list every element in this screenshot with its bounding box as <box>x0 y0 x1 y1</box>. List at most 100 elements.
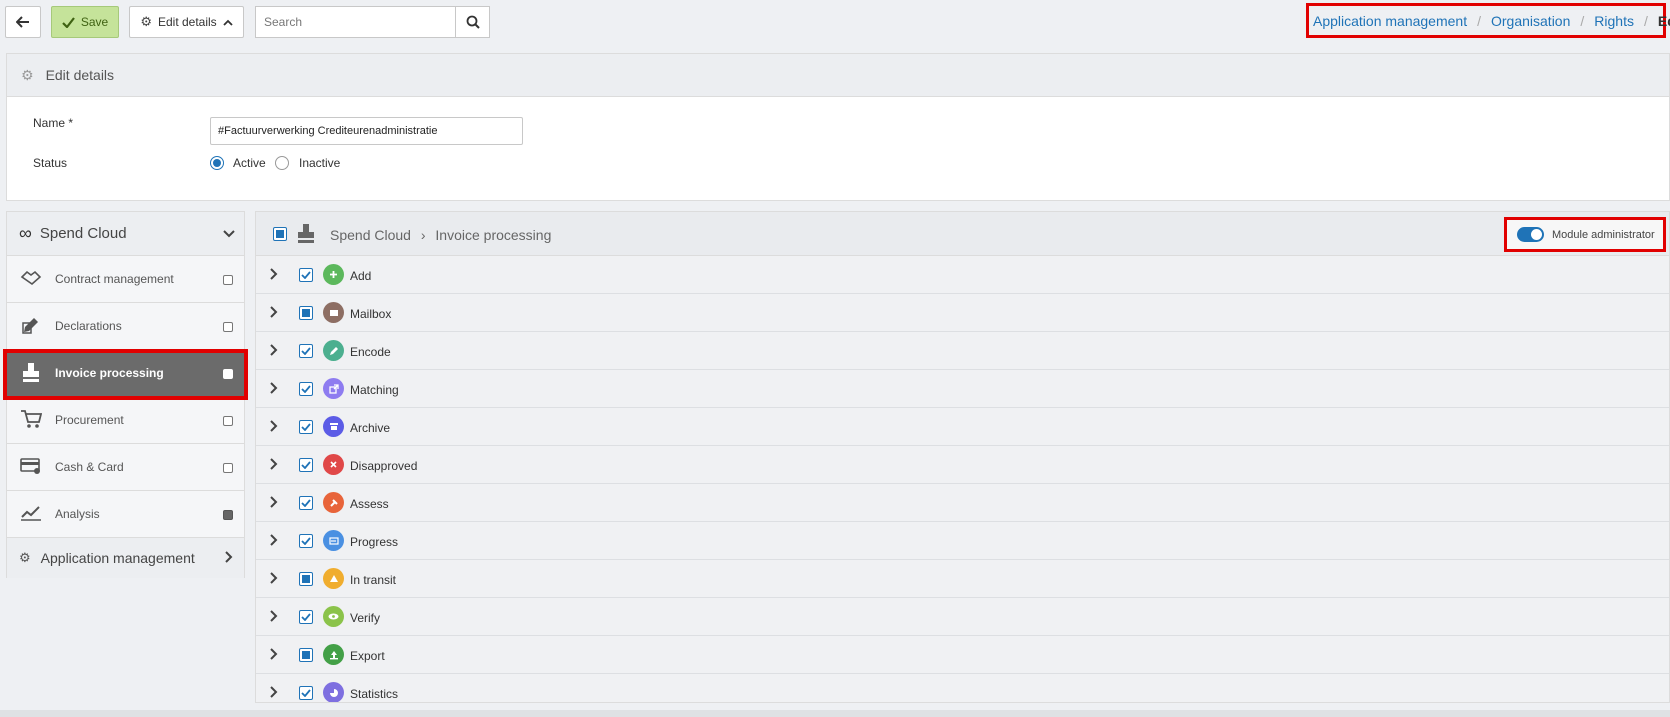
breadcrumb-rights[interactable]: Rights <box>1594 13 1634 29</box>
archive-icon <box>323 416 344 437</box>
sidebar-item-procurement[interactable]: Procurement <box>7 397 244 444</box>
module-header: Spend Cloud › Invoice processing Module … <box>256 212 1669 256</box>
breadcrumb-current: Edit <box>1657 12 1670 29</box>
status-inactive-radio[interactable] <box>275 156 289 170</box>
status-active-label: Active <box>233 156 266 170</box>
rights-row-in-transit[interactable]: In transit <box>256 560 1669 598</box>
chevron-right-icon[interactable] <box>270 382 278 394</box>
row-checkbox[interactable] <box>299 268 313 282</box>
chevron-right-icon[interactable] <box>270 534 278 546</box>
module-administrator-toggle[interactable]: Module administrator <box>1504 217 1666 252</box>
search-button[interactable] <box>455 6 490 38</box>
rights-row-mailbox[interactable]: Mailbox <box>256 294 1669 332</box>
sidebar-item-declarations[interactable]: Declarations <box>7 303 244 350</box>
chevron-right-icon[interactable] <box>270 572 278 584</box>
sidebar-item-analysis[interactable]: Analysis <box>7 491 244 538</box>
check-icon <box>62 16 75 28</box>
rights-row-export[interactable]: Export <box>256 636 1669 674</box>
chevron-right-icon[interactable] <box>270 268 278 280</box>
row-checkbox[interactable] <box>299 420 313 434</box>
chevron-right-icon[interactable] <box>270 306 278 318</box>
search-input[interactable]: Search <box>255 6 456 38</box>
row-checkbox[interactable] <box>299 496 313 510</box>
search-placeholder: Search <box>264 15 303 29</box>
rights-row-statistics[interactable]: Statistics <box>256 674 1669 702</box>
rights-row-progress[interactable]: Progress <box>256 522 1669 560</box>
chevron-right-icon[interactable] <box>270 648 278 660</box>
edit-details-label: Edit details <box>157 15 217 29</box>
row-label: Progress <box>350 535 399 549</box>
chevron-up-icon <box>223 19 233 26</box>
status-active-radio[interactable] <box>210 156 224 170</box>
row-label: Encode <box>350 345 391 359</box>
chevron-right-icon[interactable] <box>270 344 278 356</box>
row-checkbox[interactable] <box>299 306 313 320</box>
row-label: Export <box>350 649 385 663</box>
row-checkbox[interactable] <box>299 534 313 548</box>
row-label: In transit <box>350 573 397 587</box>
rights-row-verify[interactable]: Verify <box>256 598 1669 636</box>
chevron-right-icon[interactable] <box>270 458 278 470</box>
panel-header: ⚙ Edit details <box>7 54 1669 97</box>
sidebar-item-cash-and-card[interactable]: Cash & Card <box>7 444 244 491</box>
edit-details-dropdown[interactable]: ⚙ Edit details <box>129 6 244 38</box>
rights-row-matching[interactable]: Matching <box>256 370 1669 408</box>
name-field[interactable]: #Factuurverwerking Crediteurenadministra… <box>210 117 523 145</box>
breadcrumb-separator: / <box>1643 12 1648 29</box>
row-label: Disapproved <box>350 459 418 473</box>
sidebar-item-label: Cash & Card <box>55 460 124 474</box>
sidebar-item-checkbox[interactable] <box>223 463 233 473</box>
rights-row-assess[interactable]: Assess <box>256 484 1669 522</box>
module-select-all-checkbox[interactable] <box>273 227 287 241</box>
row-checkbox[interactable] <box>299 648 313 662</box>
row-checkbox[interactable] <box>299 686 313 700</box>
stamp-icon <box>19 360 43 384</box>
stamp-icon <box>296 222 316 247</box>
chevron-right-icon[interactable] <box>270 420 278 432</box>
sidebar-footer-application-management[interactable]: ⚙ Application management <box>7 538 244 578</box>
breadcrumb-organisation[interactable]: Organisation <box>1491 13 1570 29</box>
chevron-right-icon <box>225 551 233 563</box>
rights-row-archive[interactable]: Archive <box>256 408 1669 446</box>
breadcrumb-separator: / <box>1477 12 1481 29</box>
row-label: Assess <box>350 497 389 511</box>
module-rights-panel: Spend Cloud › Invoice processing Module … <box>255 211 1670 703</box>
save-button[interactable]: Save <box>51 6 119 38</box>
sidebar-item-checkbox[interactable] <box>223 322 233 332</box>
search-icon <box>466 15 480 29</box>
chevron-right-icon[interactable] <box>270 686 278 698</box>
chevron-right-icon[interactable] <box>270 496 278 508</box>
sidebar-item-invoice-processing[interactable]: Invoice processing <box>7 350 244 397</box>
module-sidebar: ∞ Spend Cloud Contract management Declar… <box>6 211 245 578</box>
back-button[interactable] <box>5 6 41 38</box>
chevron-right-icon[interactable] <box>270 610 278 622</box>
sidebar-item-checkbox[interactable] <box>223 275 233 285</box>
sidebar-item-contract-management[interactable]: Contract management <box>7 256 244 303</box>
sidebar-item-checkbox[interactable] <box>223 416 233 426</box>
edit-icon <box>19 313 43 337</box>
row-checkbox[interactable] <box>299 610 313 624</box>
rights-row-disapproved[interactable]: Disapproved <box>256 446 1669 484</box>
breadcrumb: Application management / Organisation / … <box>1306 3 1670 38</box>
arrow-left-icon <box>16 16 29 28</box>
sidebar-item-checkbox[interactable] <box>223 510 233 520</box>
row-checkbox[interactable] <box>299 344 313 358</box>
rights-row-encode[interactable]: Encode <box>256 332 1669 370</box>
module-parent: Spend Cloud <box>330 227 411 243</box>
warning-icon <box>323 568 344 589</box>
horizontal-scrollbar[interactable] <box>0 710 1670 717</box>
chevron-right-icon: › <box>420 227 426 243</box>
row-checkbox[interactable] <box>299 382 313 396</box>
row-checkbox[interactable] <box>299 572 313 586</box>
cart-icon <box>19 407 43 431</box>
sidebar-header[interactable]: ∞ Spend Cloud <box>7 212 244 256</box>
gears-icon: ⚙ <box>19 550 31 565</box>
rights-row-add[interactable]: Add <box>256 256 1669 294</box>
sidebar-item-checkbox[interactable] <box>223 369 233 379</box>
eye-icon <box>323 606 344 627</box>
row-label: Mailbox <box>350 307 392 321</box>
row-checkbox[interactable] <box>299 458 313 472</box>
plus-circle-icon <box>323 264 344 285</box>
toggle-switch[interactable] <box>1517 227 1544 242</box>
breadcrumb-application-management[interactable]: Application management <box>1313 13 1467 29</box>
